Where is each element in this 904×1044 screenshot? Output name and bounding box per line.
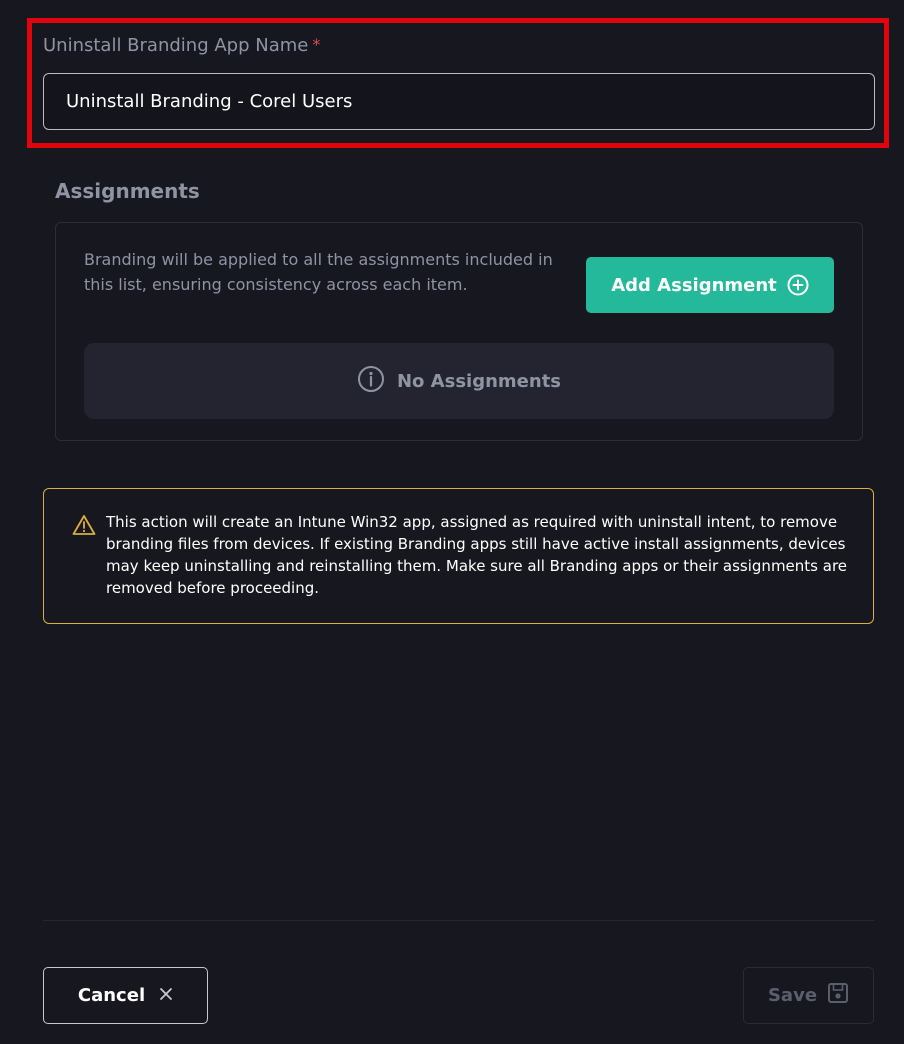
no-assignments-panel: No Assignments [84,343,834,419]
warning-triangle-icon [72,514,96,540]
assignments-card: Branding will be applied to all the assi… [55,222,863,441]
footer-divider [43,920,874,921]
save-label: Save [767,985,818,1006]
info-circle-icon [357,365,385,398]
required-marker: * [312,35,321,54]
no-assignments-label: No Assignments [396,370,562,392]
add-assignment-button[interactable]: Add Assignment [586,257,834,313]
save-icon [827,982,849,1009]
cancel-button[interactable]: Cancel [43,967,208,1024]
uninstall-branding-form: Uninstall Branding App Name* Assignments… [0,0,904,1044]
assignments-description: Branding will be applied to all the assi… [84,250,553,294]
warning-text: This action will create an Intune Win32 … [106,513,848,597]
app-name-input[interactable] [43,73,875,130]
plus-circle-icon [787,274,809,296]
uninstall-warning: This action will create an Intune Win32 … [43,488,874,624]
app-name-label-text: Uninstall Branding App Name [43,35,309,56]
app-name-label: Uninstall Branding App Name * [43,35,320,56]
cancel-label: Cancel [77,985,146,1006]
assignments-heading: Assignments [55,179,200,203]
save-button[interactable]: Save [743,967,874,1024]
close-icon [159,985,173,1006]
add-assignment-label: Add Assignment [611,274,777,296]
